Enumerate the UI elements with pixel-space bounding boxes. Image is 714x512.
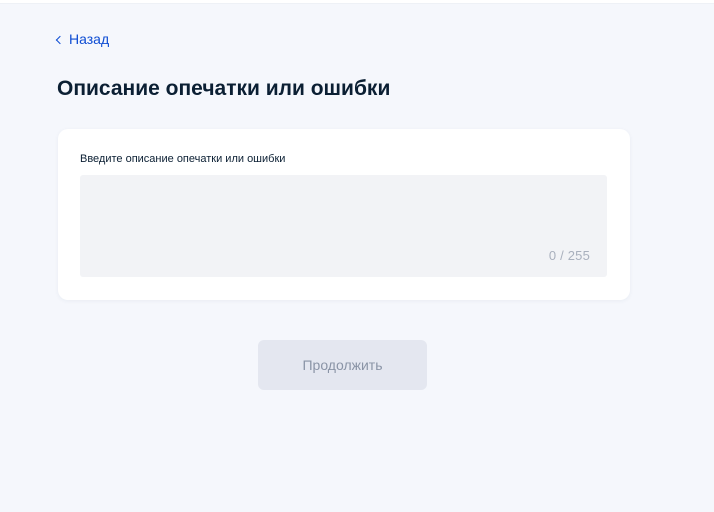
chevron-left-icon: [55, 35, 65, 44]
character-counter: 0 / 255: [548, 248, 590, 263]
back-link-label: Назад: [69, 31, 110, 47]
description-field[interactable]: 0 / 255: [80, 175, 607, 277]
description-label: Введите описание опечатки или ошибки: [80, 153, 286, 165]
description-textarea[interactable]: [80, 175, 607, 277]
description-card: Введите описание опечатки или ошибки 0 /…: [58, 129, 630, 300]
continue-button[interactable]: Продолжить: [258, 340, 427, 390]
top-bar: [0, 0, 714, 4]
page-title: Описание опечатки или ошибки: [57, 77, 391, 100]
back-link[interactable]: Назад: [55, 31, 110, 47]
